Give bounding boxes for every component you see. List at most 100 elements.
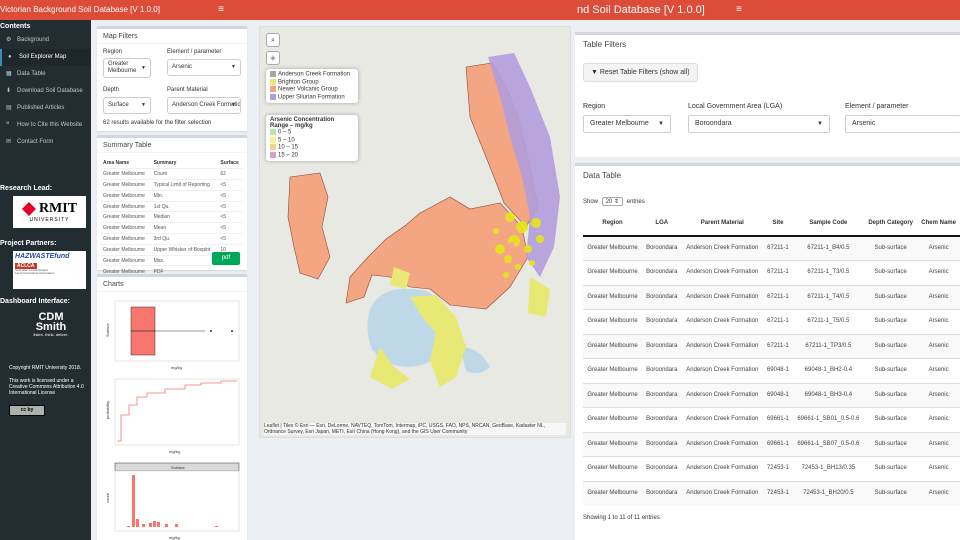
- table-cell: 72453-1: [763, 480, 793, 506]
- sidebar-item-label: Published Articles: [17, 105, 65, 111]
- table-cell: 72453-1: [763, 456, 793, 481]
- histogram-bar: [215, 526, 218, 527]
- cc-license-badge[interactable]: cc by: [9, 405, 45, 416]
- legend-label: 15 – 20: [278, 152, 299, 159]
- column-header[interactable]: Region: [583, 210, 643, 237]
- table-row[interactable]: Greater Melbourne Boroondara Anderson Cree…: [583, 333, 960, 359]
- histogram-chart: Surface count mg/kg: [105, 462, 240, 540]
- table-row[interactable]: Greater Melbourne Boroondara Anderson Cree…: [583, 358, 960, 383]
- lga-select[interactable]: Boroondara ▼: [688, 115, 830, 133]
- map-filters-title: Map Filters: [97, 29, 247, 44]
- chevron-down-icon: ▼: [231, 102, 236, 108]
- summary-table-title: Summary Table: [97, 138, 247, 153]
- table-cell: Greater Melbourne: [101, 243, 152, 256]
- summary-header-row: Area Name Summary Surface: [101, 158, 243, 169]
- histogram-bar: [157, 522, 160, 527]
- sidebar-item-data-table[interactable]: ▦ Data Table: [0, 66, 91, 83]
- table-cell: Sub-surface: [864, 333, 918, 359]
- table-cell: Typical Limit of Reporting: [151, 179, 219, 191]
- region-select[interactable]: Greater Melbourne ▼: [103, 58, 151, 78]
- table-row: Greater Melbourne 1st Qu. <5: [101, 200, 243, 212]
- right-sidebar-toggle-icon[interactable]: ≡: [732, 3, 746, 17]
- column-header[interactable]: Sample Code: [792, 210, 865, 237]
- element-select[interactable]: Arsenic ▼: [167, 59, 241, 76]
- chevron-down-icon: ▼: [141, 65, 146, 71]
- sidebar-item-soil-explorer-map[interactable]: ● Soil Explorer Map: [0, 49, 91, 66]
- table-cell: Arsenic: [917, 456, 960, 481]
- table-cell: Arsenic: [917, 333, 960, 359]
- table-cell: Greater Melbourne: [101, 200, 152, 212]
- table-row[interactable]: Greater Melbourne Boroondara Anderson Cree…: [583, 480, 960, 506]
- table-cell: Anderson Creek Formation: [681, 431, 764, 457]
- table-cell: 67211-1_TP3/0.5: [792, 333, 865, 359]
- table-cell: Anderson Creek Formation: [681, 358, 764, 383]
- sidebar-item-download-soil-database[interactable]: ⬇ Download Soil Database: [0, 83, 91, 100]
- table-row[interactable]: Greater Melbourne Boroondara Anderson Cree…: [583, 235, 960, 261]
- legend-label: Newer Volcanic Group: [278, 86, 338, 93]
- table-cell: Mean: [151, 222, 219, 234]
- table-cell: Greater Melbourne: [101, 179, 152, 191]
- element-label: Element / parameter: [167, 49, 222, 55]
- summary-header-cell: Area Name: [103, 160, 130, 167]
- sidebar-item-published-articles[interactable]: ▤ Published Articles: [0, 100, 91, 117]
- table-cell: 72453-1_BH20/0.5: [792, 480, 865, 506]
- sidebar-item-label: Soil Explorer Map: [19, 54, 67, 60]
- table-row[interactable]: Greater Melbourne Boroondara Anderson Cree…: [583, 456, 960, 481]
- table-cell: Anderson Creek Formation: [681, 333, 764, 359]
- map-layers-icon[interactable]: ◈: [266, 51, 280, 65]
- top-header-bar: Victorian Background Soil Database [V 1.…: [0, 0, 575, 20]
- table-cell: <5: [218, 233, 243, 245]
- table-cell: 67211-1: [763, 260, 793, 285]
- right-element-select[interactable]: Arsenic: [845, 115, 960, 133]
- table-cell: Sub-surface: [864, 309, 918, 334]
- boxplot-ylabel: Surface: [105, 322, 110, 337]
- table-cell: 67211-1: [763, 235, 793, 261]
- ecdf-xlabel: mg/kg: [169, 449, 180, 454]
- reset-table-filters-button[interactable]: ▼ Reset Table Filters (show all): [583, 63, 698, 82]
- sidebar-item-contact-form[interactable]: ✉ Contact Form: [0, 134, 91, 151]
- column-header[interactable]: LGA: [642, 210, 682, 237]
- map-search-icon[interactable]: ⌕: [266, 33, 280, 47]
- table-row[interactable]: Greater Melbourne Boroondara Anderson Cree…: [583, 382, 960, 408]
- page-length-select[interactable]: 20 ⇕: [601, 197, 624, 206]
- table-cell: <5: [218, 179, 243, 191]
- table-row: Greater Melbourne Median <5: [101, 211, 243, 223]
- table-cell: 67211-1_T5/0.5: [792, 309, 865, 334]
- table-row[interactable]: Greater Melbourne Boroondara Anderson Cree…: [583, 260, 960, 285]
- map-attribution[interactable]: Leaflet | Tiles © Esri — Esri, DeLorme, …: [264, 423, 566, 435]
- filter-icon: ▼: [591, 69, 600, 76]
- sidebar-toggle-icon[interactable]: ≡: [214, 3, 228, 17]
- gear-icon: ⚙: [6, 37, 12, 43]
- soil-explorer-map[interactable]: ⌕ ◈ Anderson Creek Formation Brighton Gro…: [259, 26, 571, 438]
- column-header[interactable]: Chem Name: [917, 210, 960, 237]
- table-cell: 69661-1: [763, 431, 793, 457]
- table-row: Greater Melbourne Typical Limit of Report…: [101, 179, 243, 191]
- legend-item: Newer Volcanic Group: [270, 86, 354, 94]
- histogram-bar: [165, 524, 168, 527]
- license-text[interactable]: This work is licensed under a Creative C…: [9, 378, 91, 396]
- histogram-xlabel: mg/kg: [169, 535, 180, 540]
- sidebar-item-background[interactable]: ⚙ Background: [0, 32, 91, 49]
- pdf-download-button[interactable]: pdf: [212, 252, 240, 265]
- dashboard-interface-label: Dashboard Interface:: [0, 298, 71, 305]
- parent-material-select[interactable]: Anderson Creek Formatio ▼: [167, 97, 241, 114]
- table-cell: Greater Melbourne: [583, 358, 643, 383]
- column-header[interactable]: Parent Material: [681, 210, 764, 237]
- table-cell: Boroondara: [642, 480, 682, 506]
- table-row[interactable]: Greater Melbourne Boroondara Anderson Cree…: [583, 407, 960, 432]
- table-row[interactable]: Greater Melbourne Boroondara Anderson Cree…: [583, 431, 960, 457]
- reset-button-label: Reset Table Filters (show all): [599, 69, 690, 76]
- table-cell: Greater Melbourne: [101, 233, 152, 245]
- column-header[interactable]: Site: [763, 210, 793, 237]
- right-region-select[interactable]: Greater Melbourne ▼: [583, 115, 671, 133]
- sidebar-item-label: Download Soil Database: [17, 88, 83, 94]
- map-filters-box: Map Filters Region Greater Melbourne ▼ El…: [97, 26, 247, 131]
- table-row[interactable]: Greater Melbourne Boroondara Anderson Cree…: [583, 309, 960, 334]
- column-header[interactable]: Depth Category: [864, 210, 918, 237]
- table-cell: Arsenic: [917, 431, 960, 457]
- table-row[interactable]: Greater Melbourne Boroondara Anderson Cree…: [583, 284, 960, 310]
- depth-select[interactable]: Surface ▼: [103, 97, 151, 114]
- table-cell: 69048-1: [763, 358, 793, 383]
- sidebar-item-how-to-cite-this-website[interactable]: ❝ How to Cite this Website: [0, 117, 91, 134]
- table-row: Greater Melbourne 3rd Qu. <5: [101, 233, 243, 245]
